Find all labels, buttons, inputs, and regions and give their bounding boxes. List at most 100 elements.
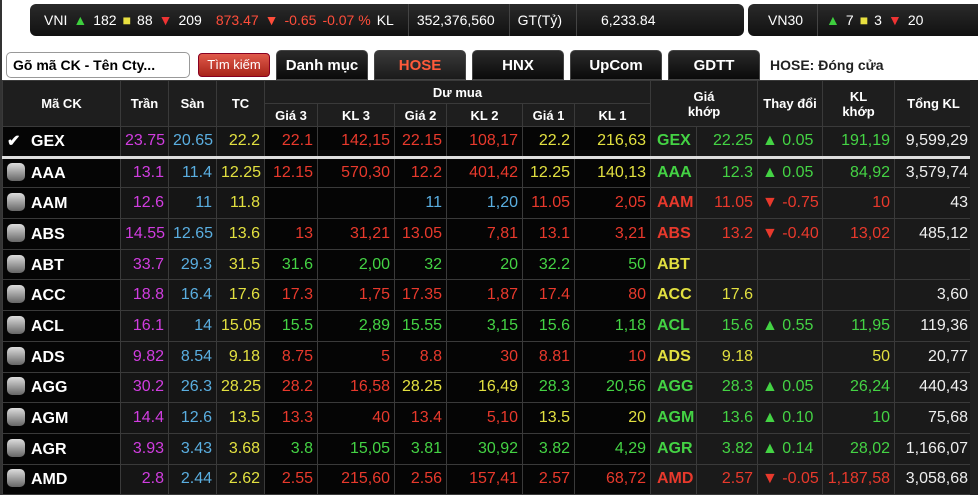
symbol-cell[interactable]: ACL bbox=[2, 310, 121, 342]
watchlist-checkbox[interactable] bbox=[7, 408, 25, 427]
bid-price-2: 15.55 bbox=[394, 310, 447, 342]
watchlist-checkbox[interactable] bbox=[7, 377, 25, 396]
tab-upcom[interactable]: UpCom bbox=[570, 50, 662, 80]
floor-price: 16.4 bbox=[168, 279, 217, 312]
tab-hnx[interactable]: HNX bbox=[472, 50, 564, 80]
table-row[interactable]: ABS 14.55 12.65 13.6 13 31,21 13.05 7,81 13.1 3,2… bbox=[2, 218, 974, 250]
bid-vol-2: 401,42 bbox=[446, 156, 523, 189]
symbol-cell[interactable]: AGR bbox=[2, 432, 121, 465]
watchlist-checkbox[interactable] bbox=[7, 469, 25, 488]
table-row[interactable]: AGM 14.4 12.6 13.5 13.3 40 13.4 5,10 13.5 20 AGM 13… bbox=[2, 402, 974, 434]
watchlist-checkbox[interactable] bbox=[7, 285, 25, 304]
change bbox=[757, 248, 824, 281]
down-arrow-icon: ▼ bbox=[762, 194, 783, 212]
match-vol: 10 bbox=[822, 187, 896, 220]
bid-vol-1: 140,13 bbox=[574, 156, 651, 189]
vni-label: VNI bbox=[44, 12, 68, 28]
table-row[interactable]: AMD 2.8 2.44 2.62 2.55 215,60 2.56 157,41 2.57 68… bbox=[2, 463, 974, 495]
floor-price: 12.65 bbox=[168, 218, 217, 250]
symbol-cell[interactable]: AGG bbox=[2, 371, 121, 404]
change: ▼ -0.05 bbox=[757, 463, 824, 495]
table-row[interactable]: AGR 3.93 3.43 3.68 3.8 15,05 3.81 30,92 3.82 4,29… bbox=[2, 432, 974, 465]
table-row[interactable]: AAM 12.6 11 11.8 11 1,20 11.05 2,05 AAM 11.05 ▼ -0… bbox=[2, 187, 974, 220]
down-arrow-icon: ▼ bbox=[264, 12, 279, 28]
match-vol: 1,187,58 bbox=[822, 463, 896, 495]
bid-price-1: 15.6 bbox=[522, 310, 575, 342]
watchlist-checkbox[interactable] bbox=[7, 163, 25, 182]
floor-price: 12.6 bbox=[168, 402, 217, 434]
vn30-label: VN30 bbox=[768, 12, 804, 28]
change-value: 0.05 bbox=[782, 132, 814, 150]
change: ▲ 0.55 bbox=[757, 310, 824, 342]
table-row[interactable]: AAA 13.1 11.4 12.25 12.15 570,30 12.2 401,42 12.… bbox=[2, 156, 974, 189]
table-row[interactable]: ACL 16.1 14 15.05 15.5 2,89 15.55 3,15 15.6 1,18 A… bbox=[2, 310, 974, 342]
table-row[interactable]: AGG 30.2 26.3 28.25 28.2 16,58 28.25 16,49 28.3 2… bbox=[2, 371, 974, 404]
ceiling-price: 16.1 bbox=[120, 310, 169, 342]
watchlist-checkbox[interactable] bbox=[7, 438, 25, 457]
bid-price-2: 11 bbox=[394, 187, 447, 220]
symbol-cell[interactable]: ABT bbox=[2, 248, 121, 281]
match-vol: 11,95 bbox=[822, 310, 896, 342]
bid-vol-2: 7,81 bbox=[446, 218, 523, 250]
symbol-search-input[interactable]: Gõ mã CK - Tên Cty... bbox=[6, 52, 190, 78]
watchlist-checkbox[interactable] bbox=[7, 254, 25, 273]
ceiling-price: 3.93 bbox=[120, 432, 169, 465]
ceiling-price: 23.75 bbox=[120, 126, 169, 159]
market-status: HOSE: Đóng cửa bbox=[770, 57, 884, 73]
symbol-label: AGM bbox=[31, 410, 69, 428]
floor-price: 29.3 bbox=[168, 248, 217, 281]
total-vol: 75,68 bbox=[894, 402, 974, 434]
checked-checkbox[interactable]: ✔ bbox=[7, 131, 25, 151]
bid-vol-1: 50 bbox=[574, 248, 651, 281]
header-total-vol: Tổng KL bbox=[894, 80, 974, 127]
change-value: -0.05 bbox=[782, 470, 819, 488]
bid-price-3: 22.1 bbox=[264, 126, 318, 159]
header-bid-group: Dư mua bbox=[264, 80, 651, 104]
table-row[interactable]: ✔ GEX 23.75 20.65 22.2 22.1 142,15 22.15 108,17 2… bbox=[2, 126, 974, 159]
bid-price-3 bbox=[264, 187, 318, 220]
bid-price-1: 17.4 bbox=[522, 279, 575, 312]
search-button[interactable]: Tìm kiếm bbox=[198, 53, 270, 77]
match-price: 22.25 bbox=[695, 126, 759, 159]
kl-value: 352,376,560 bbox=[416, 12, 495, 28]
watchlist-checkbox[interactable] bbox=[7, 346, 25, 365]
bid-vol-3: 570,30 bbox=[317, 156, 395, 189]
tab-gdtt[interactable]: GDTT bbox=[668, 50, 760, 80]
scrollbar[interactable] bbox=[970, 80, 978, 495]
symbol-cell[interactable]: AGM bbox=[2, 402, 121, 434]
watchlist-checkbox[interactable] bbox=[7, 223, 25, 242]
vn30-ref: 3 bbox=[874, 12, 882, 28]
ref-price: 3.68 bbox=[216, 432, 265, 465]
symbol-cell[interactable]: AAM bbox=[2, 187, 121, 220]
tab-danh-muc[interactable]: Danh mục bbox=[276, 50, 368, 80]
symbol-cell[interactable]: ADS bbox=[2, 340, 121, 373]
symbol-cell[interactable]: ✔ GEX bbox=[2, 126, 121, 159]
ref-square-icon: ■ bbox=[122, 12, 132, 28]
symbol-cell[interactable]: ABS bbox=[2, 218, 121, 250]
header-match-price: Giá khớp bbox=[649, 80, 759, 127]
match-vol bbox=[822, 279, 896, 312]
table-row[interactable]: ABT 33.7 29.3 31.5 31.6 2,00 32 20 32.2 50 ABT bbox=[2, 248, 974, 281]
match-symbol: AGR bbox=[650, 432, 697, 465]
total-vol: 3,058,68 bbox=[894, 463, 974, 495]
symbol-cell[interactable]: ACC bbox=[2, 279, 121, 312]
watchlist-checkbox[interactable] bbox=[7, 315, 25, 334]
table-row[interactable]: ACC 18.8 16.4 17.6 17.3 1,75 17.35 1,87 17.4 80 AC… bbox=[2, 279, 974, 312]
symbol-cell[interactable]: AAA bbox=[2, 156, 121, 189]
match-vol: 191,19 bbox=[822, 126, 896, 159]
bid-price-1: 22.2 bbox=[522, 126, 575, 159]
up-arrow-icon: ▲ bbox=[762, 164, 783, 182]
ref-price: 28.25 bbox=[216, 371, 265, 404]
bid-vol-3: 40 bbox=[317, 402, 395, 434]
tab-hose[interactable]: HOSE bbox=[374, 50, 466, 80]
vn30-down: 20 bbox=[907, 12, 924, 28]
match-symbol: ACC bbox=[650, 279, 697, 312]
symbol-cell[interactable]: AMD bbox=[2, 463, 121, 495]
header-match-vol: KL khớp bbox=[822, 80, 896, 127]
ceiling-price: 12.6 bbox=[120, 187, 169, 220]
change-value: 0.05 bbox=[782, 164, 814, 182]
up-arrow-icon: ▲ bbox=[762, 316, 783, 334]
watchlist-checkbox[interactable] bbox=[7, 193, 25, 212]
bid-price-2: 13.05 bbox=[394, 218, 447, 250]
table-row[interactable]: ADS 9.82 8.54 9.18 8.75 5 8.8 30 8.81 10 ADS 9.18 50… bbox=[2, 340, 974, 373]
